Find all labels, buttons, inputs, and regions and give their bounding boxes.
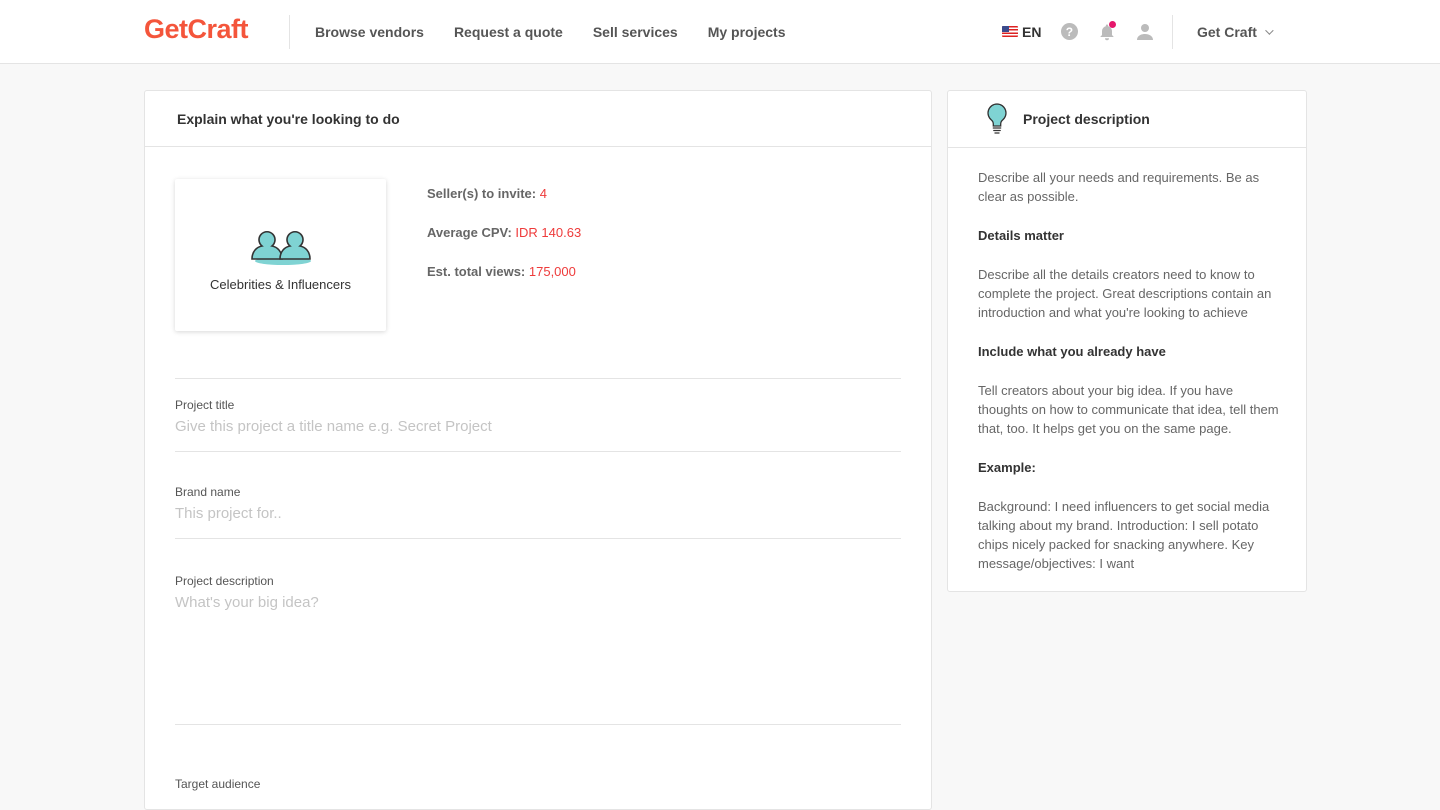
nav-browse-vendors[interactable]: Browse vendors — [315, 24, 424, 40]
category-label: Celebrities & Influencers — [210, 277, 351, 292]
stat-value: 4 — [539, 186, 547, 201]
help-header: Project description — [948, 91, 1306, 148]
stat-label: Seller(s) to invite: — [427, 186, 537, 201]
question-mark-icon: ? — [1060, 23, 1078, 40]
language-code: EN — [1022, 23, 1042, 40]
help-heading-example: Example: — [978, 460, 1036, 475]
stat-total-views: Est. total views: 175,000 — [427, 264, 581, 303]
stat-value: 175,000 — [528, 264, 576, 279]
target-audience-label: Target audience — [175, 777, 261, 791]
stat-average-cpv: Average CPV: IDR 140.63 — [427, 225, 581, 264]
profile-button[interactable] — [1135, 22, 1155, 42]
stat-value: IDR 140.63 — [515, 225, 582, 240]
form-header: Explain what you're looking to do — [145, 91, 931, 147]
description-help-card: Project description Describe all your ne… — [947, 90, 1307, 592]
nav-divider — [289, 15, 290, 49]
us-flag-icon — [1002, 26, 1018, 37]
nav-my-projects[interactable]: My projects — [708, 24, 786, 40]
nav-sell-services[interactable]: Sell services — [593, 24, 678, 40]
target-audience-field: Target audience — [175, 724, 901, 804]
category-card[interactable]: Celebrities & Influencers — [175, 179, 386, 331]
nav-utilities: EN ? — [1002, 0, 1173, 63]
help-body: Describe all your needs and requirements… — [948, 148, 1306, 573]
help-heading-details: Details matter — [978, 228, 1064, 243]
stat-label: Est. total views: — [427, 264, 526, 279]
stat-label: Average CPV: — [427, 225, 512, 240]
stat-sellers: Seller(s) to invite: 4 — [427, 186, 581, 225]
brand-name-label: Brand name — [175, 485, 241, 499]
help-paragraph-details: Describe all the details creators need t… — [978, 267, 1272, 320]
help-paragraph-include: Tell creators about your big idea. If yo… — [978, 383, 1279, 436]
help-intro: Describe all your needs and requirements… — [978, 170, 1260, 204]
getcraft-logo[interactable]: GetCraft — [144, 14, 249, 45]
people-icon — [250, 231, 311, 265]
brand-name-input[interactable] — [175, 505, 901, 522]
top-navigation: GetCraft Browse vendors Request a quote … — [0, 0, 1440, 64]
help-paragraph-example: Background: I need influencers to get so… — [978, 499, 1270, 571]
project-title-field: Project title — [175, 378, 901, 451]
chevron-down-icon — [1265, 25, 1274, 35]
project-form-card: Explain what you're looking to do Celebr… — [144, 90, 932, 810]
project-description-input[interactable] — [175, 594, 901, 704]
notifications-button[interactable] — [1097, 20, 1117, 42]
project-description-label: Project description — [175, 574, 274, 588]
user-icon — [1137, 23, 1154, 40]
nav-links: Browse vendors Request a quote Sell serv… — [315, 0, 816, 63]
help-title: Project description — [1023, 111, 1150, 127]
nav-divider — [1172, 15, 1173, 49]
project-title-label: Project title — [175, 398, 235, 412]
account-menu[interactable]: Get Craft — [1197, 0, 1274, 63]
help-heading-include: Include what you already have — [978, 344, 1166, 359]
project-title-input[interactable] — [175, 418, 901, 435]
brand-name-field: Brand name — [175, 451, 901, 538]
nav-request-quote[interactable]: Request a quote — [454, 24, 563, 40]
project-stats: Seller(s) to invite: 4 Average CPV: IDR … — [427, 186, 581, 303]
account-name: Get Craft — [1197, 23, 1257, 40]
help-button[interactable]: ? — [1059, 22, 1079, 42]
lightbulb-icon — [987, 103, 1007, 134]
notification-dot — [1109, 20, 1117, 28]
language-selector[interactable]: EN — [1002, 24, 1041, 40]
project-description-field: Project description — [175, 538, 901, 724]
